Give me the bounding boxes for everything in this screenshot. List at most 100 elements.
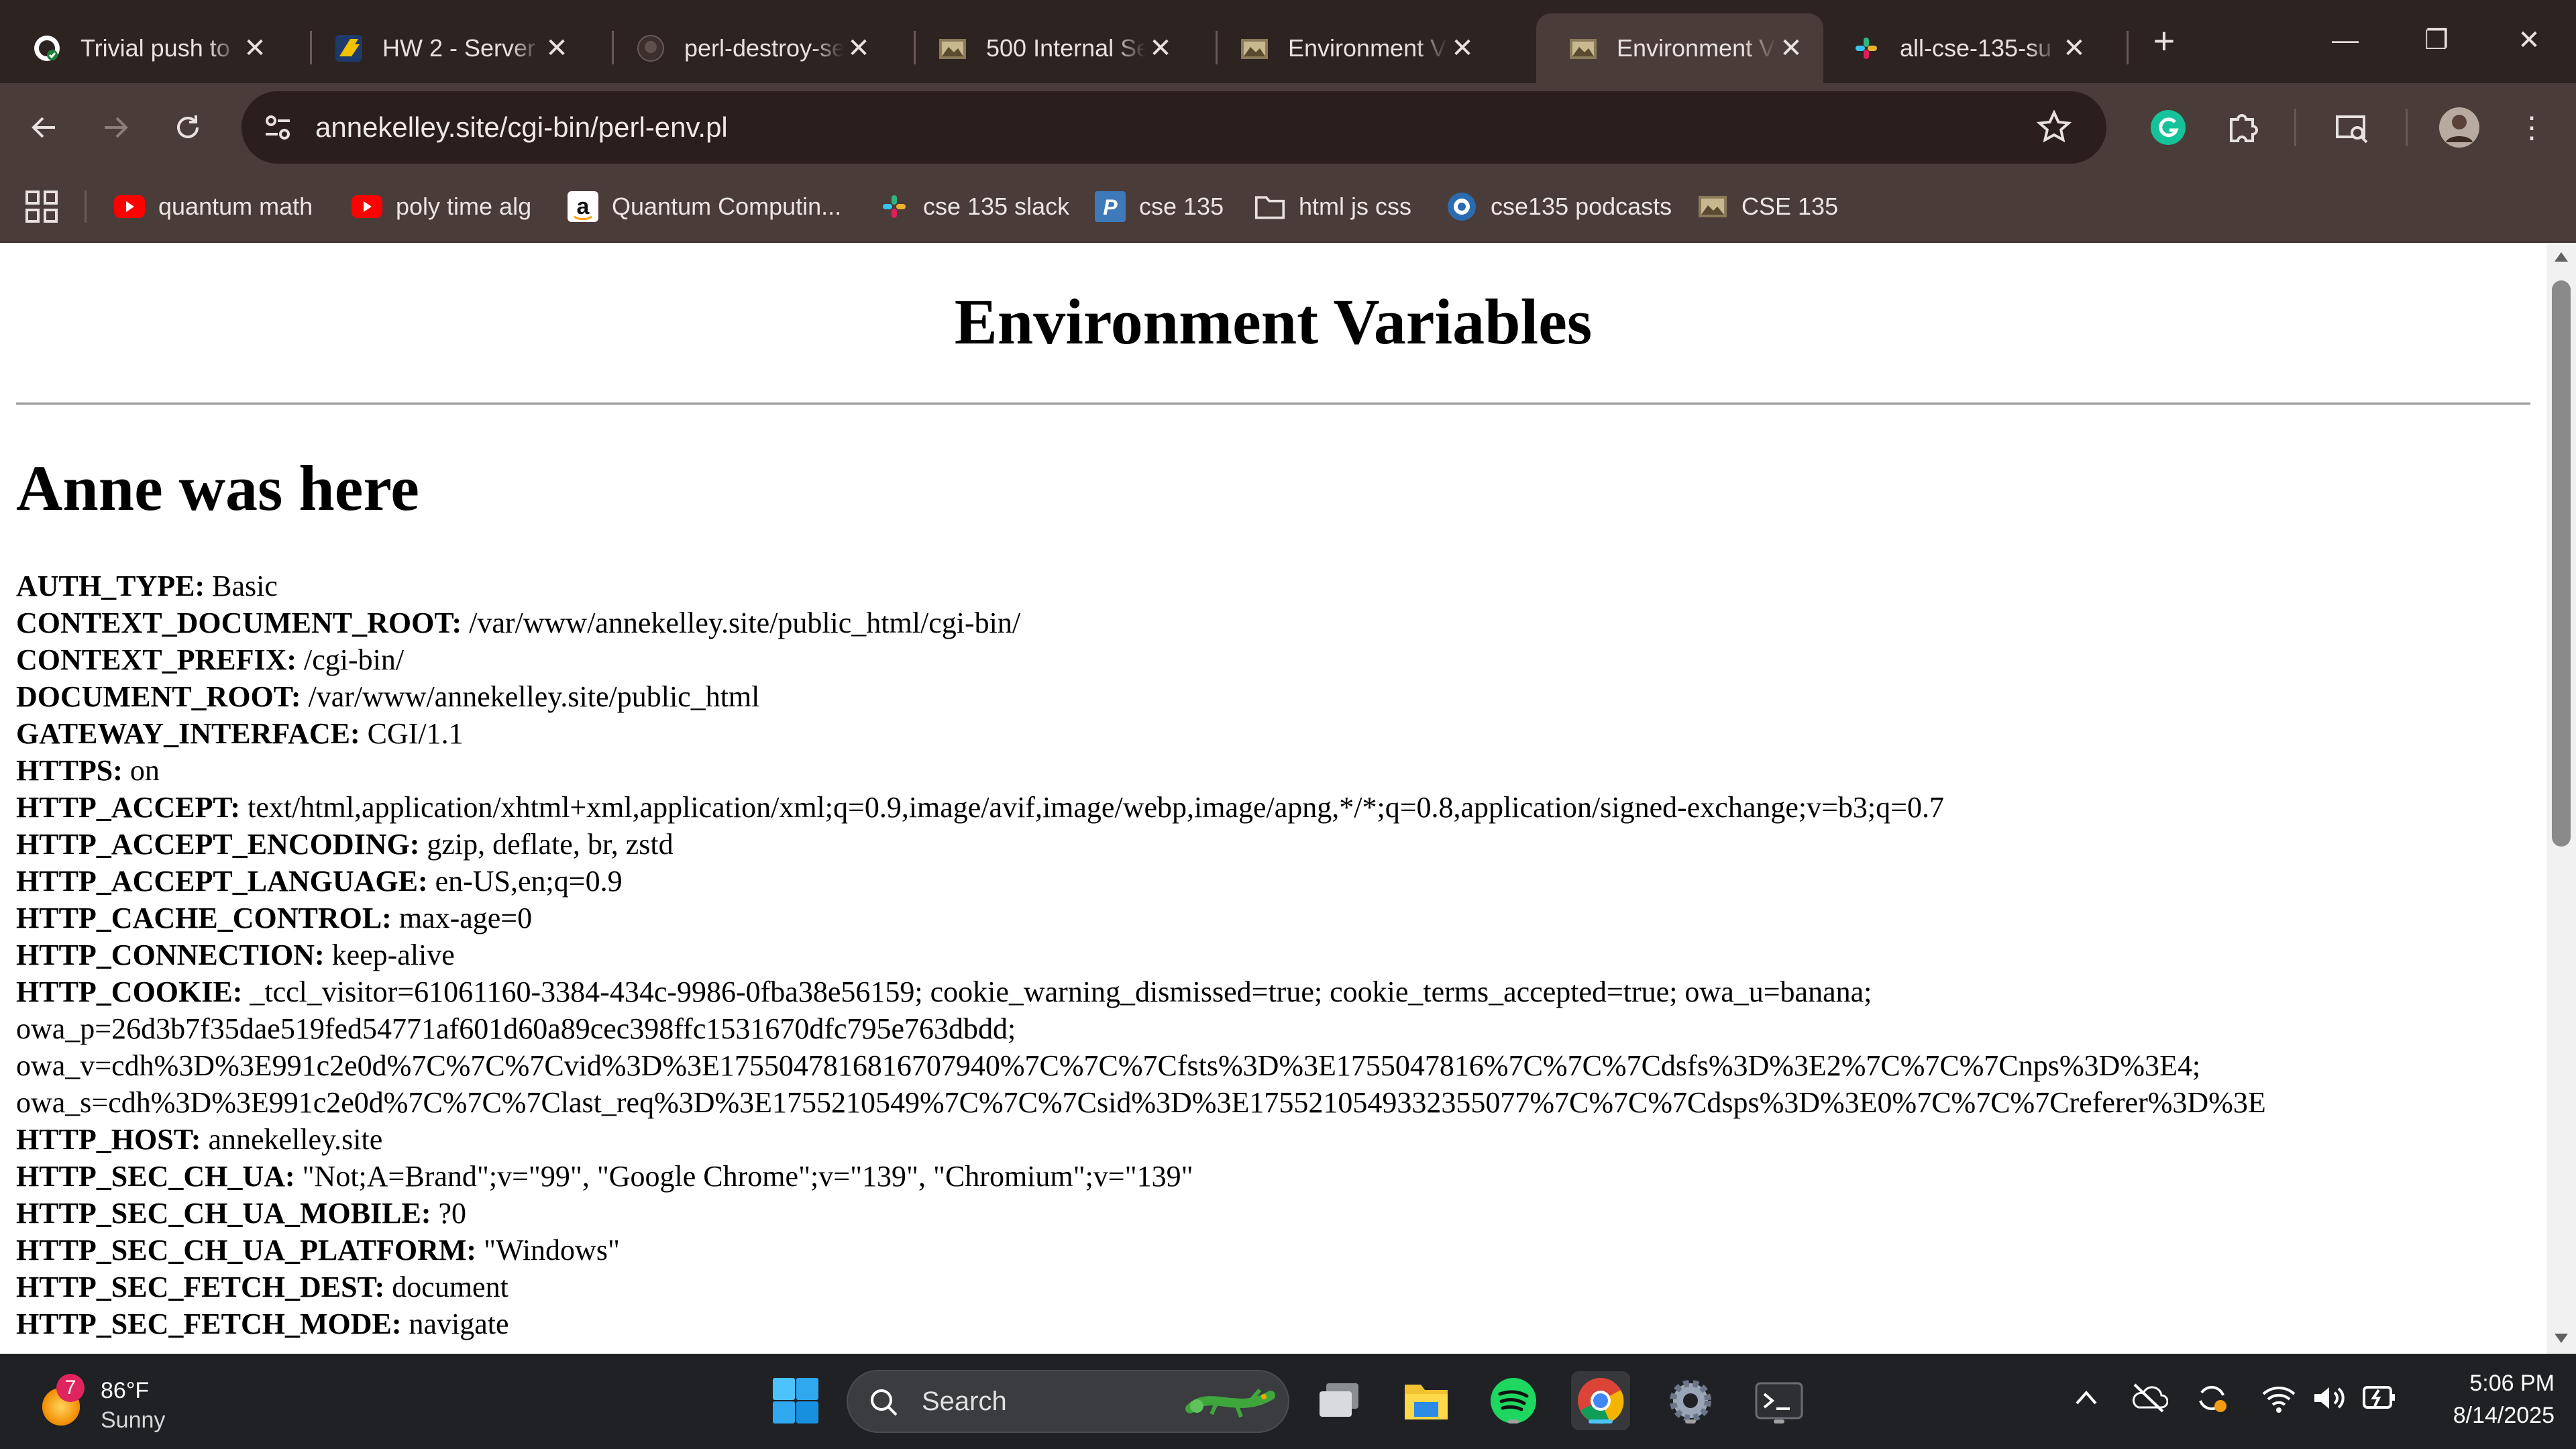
tab-1[interactable]: HW 2 - Server ✕ xyxy=(302,13,589,83)
clock-date: 8/14/2025 xyxy=(2453,1403,2555,1428)
bookmark-label: cse 135 slack xyxy=(923,193,1070,220)
weather-badge: 7 xyxy=(56,1374,85,1402)
github-icon xyxy=(32,34,62,63)
env-variable-key: HTTP_CONNECTION: xyxy=(16,938,325,971)
close-window-button[interactable]: ✕ xyxy=(2502,16,2556,64)
tab-title: Environment V xyxy=(1617,34,1776,62)
scroll-down-icon[interactable] xyxy=(2553,1332,2569,1344)
svg-text:a: a xyxy=(577,194,590,219)
bookmark-cse-135-site[interactable]: CSE 135 xyxy=(1697,188,1838,225)
extensions-icon[interactable] xyxy=(2215,101,2269,154)
active-indicator xyxy=(1589,1419,1613,1424)
close-icon[interactable]: ✕ xyxy=(844,34,873,63)
env-variable-key: HTTP_SEC_FETCH_DEST: xyxy=(16,1271,385,1303)
taskbar-search-box[interactable]: Search xyxy=(847,1370,1289,1433)
url-text[interactable]: annekelley.site/cgi-bin/perl-env.pl xyxy=(315,91,728,164)
close-icon[interactable]: ✕ xyxy=(1448,34,1477,63)
env-variable-row: owa_s=cdh%3D%3E991c2e0d%7C%7C%7Clast_req… xyxy=(16,1084,2538,1121)
close-icon[interactable]: ✕ xyxy=(2059,34,2089,63)
toolbar-separator xyxy=(2294,109,2296,146)
env-variable-value: gzip, deflate, br, zstd xyxy=(427,828,674,861)
close-icon[interactable]: ✕ xyxy=(1146,34,1175,63)
env-variable-value: owa_s=cdh%3D%3E991c2e0d%7C%7C%7Clast_req… xyxy=(16,1086,2266,1119)
bookmark-cse-135-slack[interactable]: cse 135 slack xyxy=(879,188,1069,225)
terminal-icon[interactable] xyxy=(1750,1371,1809,1430)
address-bar[interactable]: annekelley.site/cgi-bin/perl-env.pl xyxy=(241,91,2106,164)
tab-6[interactable]: all-cse-135-su ✕ xyxy=(1819,13,2106,83)
tab-3[interactable]: 500 Internal Se ✕ xyxy=(906,13,1193,83)
menu-kebab-icon[interactable]: ⋮ xyxy=(2505,101,2559,154)
clock-time: 5:06 PM xyxy=(2469,1371,2555,1396)
forward-button[interactable] xyxy=(89,101,142,154)
file-explorer-icon[interactable] xyxy=(1397,1371,1456,1430)
reload-button[interactable] xyxy=(161,101,215,154)
site-icon xyxy=(1697,191,1728,222)
onedrive-offline-icon[interactable] xyxy=(2131,1381,2169,1417)
close-icon[interactable]: ✕ xyxy=(240,34,270,63)
tab-title: 500 Internal Se xyxy=(986,34,1146,62)
tab-0[interactable]: Trivial push to ✕ xyxy=(0,13,287,83)
profile-avatar[interactable] xyxy=(2432,101,2486,154)
browser-toolbar: annekelley.site/cgi-bin/perl-env.pl ⋮ xyxy=(0,83,2576,172)
windows-taskbar: 7 86°F Sunny Search 5:06 PM 8/14/2025 xyxy=(0,1354,2576,1449)
sync-update-icon[interactable] xyxy=(2194,1381,2231,1419)
bookmark-star-icon[interactable] xyxy=(2036,109,2072,148)
bookmark-quantum-math[interactable]: quantum math xyxy=(114,188,313,225)
tab-5-active[interactable]: Environment V ✕ xyxy=(1536,13,1823,83)
spotify-icon[interactable] xyxy=(1484,1371,1543,1430)
slack-icon xyxy=(1851,34,1881,63)
minimize-button[interactable]: — xyxy=(2318,16,2372,64)
bookmark-cse-135[interactable]: P cse 135 xyxy=(1095,188,1224,225)
bookmark-label: cse135 podcasts xyxy=(1491,193,1672,220)
env-variable-value: owa_v=cdh%3D%3E991c2e0d%7C%7C%7Cvid%3D%3… xyxy=(16,1049,2201,1082)
env-variable-row: owa_p=26d3b7f35dae519fed54771af601d60a89… xyxy=(16,1010,2538,1047)
env-variable-row: HTTP_SEC_CH_UA_PLATFORM: "Windows" xyxy=(16,1232,2538,1269)
env-variable-row: HTTPS: on xyxy=(16,752,2538,789)
back-button[interactable] xyxy=(17,101,71,154)
scroll-up-icon[interactable] xyxy=(2553,251,2569,263)
scrollbar-thumb[interactable] xyxy=(2552,280,2571,847)
tab-strip: Trivial push to ✕ HW 2 - Server ✕ perl-d… xyxy=(0,0,2576,83)
weather-condition: Sunny xyxy=(101,1407,166,1433)
settings-gear-icon[interactable] xyxy=(1661,1371,1720,1430)
env-variable-key: CONTEXT_PREFIX: xyxy=(16,643,297,676)
env-variable-key: HTTP_ACCEPT_LANGUAGE: xyxy=(16,865,428,898)
tab-search-icon[interactable] xyxy=(2325,101,2379,154)
env-variable-value: owa_p=26d3b7f35dae519fed54771af601d60a89… xyxy=(16,1012,1016,1045)
battery-charging-icon[interactable] xyxy=(2361,1381,2400,1419)
env-variable-list: AUTH_TYPE: Basic CONTEXT_DOCUMENT_ROOT: /… xyxy=(16,568,2538,1342)
env-variable-key: HTTP_SEC_CH_UA_MOBILE: xyxy=(16,1197,431,1230)
gecko-search-highlight-icon xyxy=(1185,1389,1275,1418)
github-icon xyxy=(636,34,665,63)
system-clock[interactable]: 5:06 PM 8/14/2025 xyxy=(2402,1367,2555,1432)
restore-button[interactable]: ❐ xyxy=(2410,16,2463,64)
env-variable-row: CONTEXT_PREFIX: /cgi-bin/ xyxy=(16,641,2538,678)
show-hidden-icons-chevron[interactable] xyxy=(2072,1383,2101,1419)
close-icon[interactable]: ✕ xyxy=(1776,34,1806,63)
bookmark-label: quantum math xyxy=(158,193,313,220)
slack-icon xyxy=(879,191,910,222)
wifi-icon[interactable] xyxy=(2261,1382,2297,1417)
bookmark-html-js-css[interactable]: html js css xyxy=(1254,188,1411,225)
bookmark-quantum-computing[interactable]: a Quantum Computin... xyxy=(568,188,841,225)
tab-2[interactable]: perl-destroy-se ✕ xyxy=(604,13,891,83)
close-icon[interactable]: ✕ xyxy=(542,34,572,63)
env-variable-row: HTTP_SEC_FETCH_DEST: document xyxy=(16,1269,2538,1305)
chrome-taskbar-icon[interactable] xyxy=(1571,1371,1630,1430)
tab-4[interactable]: Environment V ✕ xyxy=(1208,13,1495,83)
env-variable-key: HTTP_ACCEPT_ENCODING: xyxy=(16,828,420,861)
bookmark-poly-time-alg[interactable]: poly time alg xyxy=(352,188,531,225)
env-variable-value: document xyxy=(392,1271,508,1303)
start-button[interactable] xyxy=(766,1371,825,1430)
env-variable-value: en-US,en;q=0.9 xyxy=(435,865,623,898)
env-variable-row: GATEWAY_INTERFACE: CGI/1.1 xyxy=(16,715,2538,752)
env-variable-value: keep-alive xyxy=(331,938,455,971)
apps-grid-icon[interactable] xyxy=(24,189,59,227)
volume-icon[interactable] xyxy=(2312,1382,2348,1417)
task-view-icon[interactable] xyxy=(1309,1371,1368,1430)
bookmark-cse135-podcasts[interactable]: cse135 podcasts xyxy=(1446,188,1672,225)
site-info-icon[interactable] xyxy=(259,109,297,150)
new-tab-button[interactable]: + xyxy=(2137,16,2191,64)
grammarly-extension-icon[interactable] xyxy=(2141,101,2195,154)
env-variable-key: HTTP_CACHE_CONTROL: xyxy=(16,902,392,934)
